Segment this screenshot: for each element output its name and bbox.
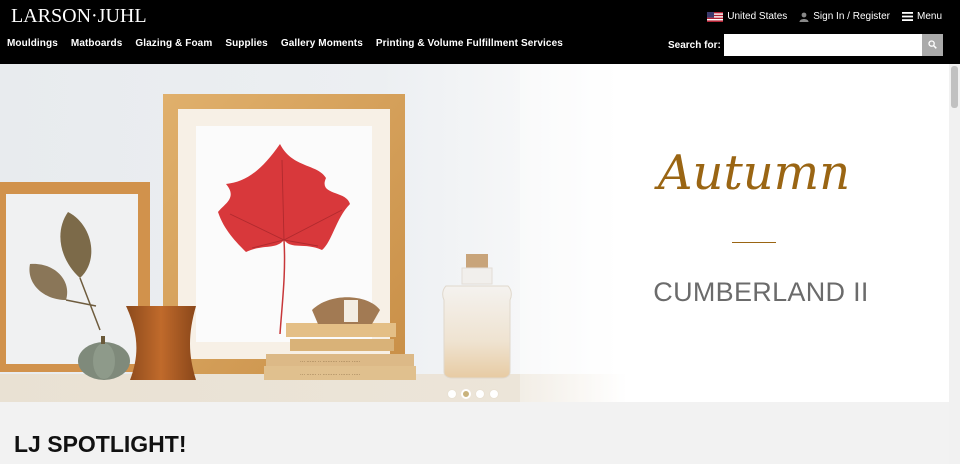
carousel-dot-4[interactable] — [489, 389, 499, 399]
hero-banner[interactable]: ··· ······ ·· ········· ······· ····· ··… — [0, 64, 949, 402]
hero-divider — [732, 242, 776, 243]
search-button[interactable] — [921, 34, 943, 56]
menu-label: Menu — [916, 11, 942, 22]
sign-in-link[interactable]: Sign In / Register — [799, 11, 890, 22]
hero-subtitle: CUMBERLAND II — [653, 277, 869, 307]
sign-in-label: Sign In / Register — [813, 11, 890, 22]
hamburger-icon — [901, 12, 913, 21]
hero-title: Autumn — [657, 145, 851, 201]
svg-text:··· ······ ·· ········· ······: ··· ······ ·· ········· ······· ····· — [300, 372, 361, 378]
page: LARSON·JUHL United States Sign In / Regi… — [0, 0, 960, 464]
site-header: LARSON·JUHL United States Sign In / Regi… — [0, 0, 960, 64]
menu-button[interactable]: Menu — [901, 11, 942, 22]
nav-supplies[interactable]: Supplies — [225, 38, 267, 49]
search-label: Search for: — [668, 39, 721, 51]
us-flag-icon — [707, 11, 724, 22]
carousel-dots — [447, 389, 503, 399]
magnifier-icon — [928, 36, 937, 54]
utility-bar: United States Sign In / Register Menu — [695, 11, 942, 22]
carousel-dot-2[interactable] — [461, 389, 471, 399]
region-label: United States — [727, 11, 788, 22]
nav-mouldings[interactable]: Mouldings — [7, 38, 58, 49]
region-selector[interactable]: United States — [707, 11, 787, 22]
nav-gallery-moments[interactable]: Gallery Moments — [281, 38, 363, 49]
nav-printing-services[interactable]: Printing & Volume Fulfillment Services — [376, 38, 563, 49]
spotlight-title: LJ SPOTLIGHT! — [14, 431, 187, 457]
user-icon — [799, 12, 809, 22]
page-scrollbar[interactable] — [949, 64, 960, 464]
carousel-dot-3[interactable] — [475, 389, 485, 399]
carousel-dot-1[interactable] — [447, 389, 457, 399]
nav-glazing-foam[interactable]: Glazing & Foam — [135, 38, 212, 49]
hero-text-panel: Autumn CUMBERLAND II — [596, 64, 926, 402]
svg-text:··· ······ ·· ········· ······: ··· ······ ·· ········· ······· ····· — [300, 359, 361, 365]
search-input[interactable] — [723, 34, 922, 56]
main-nav: Mouldings Matboards Glazing & Foam Suppl… — [7, 38, 576, 49]
spotlight-section: LJ SPOTLIGHT! — [0, 402, 949, 464]
site-logo[interactable]: LARSON·JUHL — [11, 5, 147, 28]
scrollbar-thumb[interactable] — [951, 66, 958, 108]
nav-matboards[interactable]: Matboards — [71, 38, 122, 49]
search-bar: Search for: — [668, 34, 943, 56]
